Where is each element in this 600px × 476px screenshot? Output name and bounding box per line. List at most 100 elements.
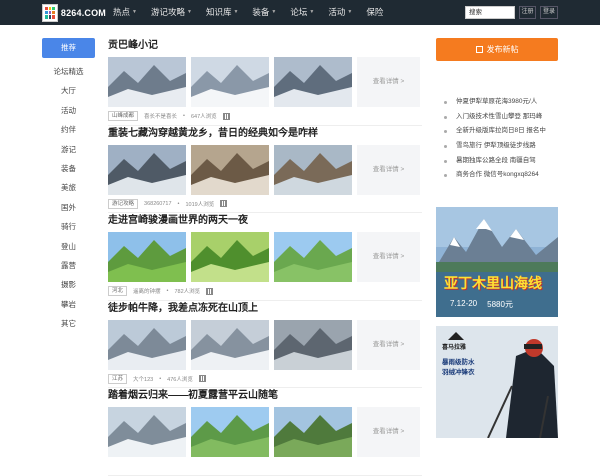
publish-post-button[interactable]: 发布新帖 [436, 38, 558, 61]
view-details-link[interactable]: 查看详情 > [357, 319, 420, 370]
chevron-down-icon: ▼ [132, 9, 137, 15]
logo-icon [42, 3, 58, 22]
sidebar-item[interactable]: 攀岩 [42, 295, 95, 314]
sidebar-item[interactable]: 约伴 [42, 120, 95, 139]
separator-dot: • [159, 375, 162, 382]
separator-dot: • [183, 113, 185, 119]
post-thumbnail[interactable] [108, 57, 186, 107]
qr-code-icon[interactable] [198, 375, 206, 382]
sidebar-item[interactable]: 摄影 [42, 275, 95, 294]
sidebar-item[interactable]: 推荐 [42, 38, 95, 58]
post-meta: 江苏 大个123 • 476人浏览 [108, 373, 422, 385]
post-title[interactable]: 徒步帕牛降，我差点冻死在山顶上 [108, 301, 422, 317]
post-author[interactable]: 大个123 [133, 375, 153, 383]
nav-item[interactable]: 保险 [366, 0, 383, 25]
nav-item-label: 热点 [113, 7, 131, 17]
promo-link[interactable]: 雪鸟旅行 伊犁顶级徒步线路 [436, 139, 558, 154]
banner-price: 5880元 [487, 300, 513, 309]
post-thumbnail[interactable] [191, 232, 269, 282]
post-thumbnail[interactable] [108, 232, 186, 282]
nav-item[interactable]: 活动 ▼ [328, 0, 352, 25]
login-button[interactable]: 登录 [540, 6, 558, 19]
view-details-link[interactable]: 查看详情 > [357, 232, 420, 282]
top-nav-bar: 8264.COM 热点 ▼ 游记攻略 ▼ 知识库 ▼ 装备 ▼ 论坛 ▼ 活动 ▼ 保险 搜索 注册 登… [0, 0, 600, 25]
post-tag[interactable]: 江苏 [108, 373, 128, 384]
promo-link[interactable]: 入门级技术性雪山攀登 那玛峰 [436, 110, 558, 125]
post-feed: 贡巴峰小记查看详情 > 山峰成都 喜长不是喜长 • 647人浏览重装七藏沟穿越黄龙乡，昔… [108, 38, 422, 476]
sidebar-item[interactable]: 大厅 [42, 81, 95, 100]
post-author[interactable]: 368260717 [144, 201, 172, 207]
promo-banner-yading[interactable]: 亚丁木里山海线 7.12-20 5880元 [436, 207, 558, 317]
post-card[interactable]: 贡巴峰小记查看详情 > 山峰成都 喜长不是喜长 • 647人浏览 [108, 38, 422, 126]
sidebar-item[interactable]: 其它 [42, 314, 95, 333]
post-title[interactable]: 踏着烟云归来——初夏露营平云山随笔 [108, 388, 422, 404]
post-thumbnail[interactable] [108, 319, 186, 370]
post-card[interactable]: 踏着烟云归来——初夏露营平云山随笔 查看详情 > [108, 388, 422, 476]
post-tag[interactable]: 河北 [108, 286, 128, 296]
post-title[interactable]: 贡巴峰小记 [108, 38, 422, 54]
qr-code-icon[interactable] [222, 112, 230, 120]
nav-item[interactable]: 论坛 ▼ [290, 0, 314, 25]
promo-link[interactable]: 仲夏伊犁草原花海3980元/人 [436, 95, 558, 110]
post-title[interactable]: 重装七藏沟穿越黄龙乡，昔日的经典如今是咋样 [108, 126, 422, 142]
separator-dot: • [177, 200, 180, 207]
sidebar-item[interactable]: 活动 [42, 101, 95, 120]
post-card[interactable]: 走进宫崎骏漫画世界的两天一夜 查看详情 > 河北 遥离的钟摆 • 782人浏览 [108, 213, 422, 301]
nav-item[interactable]: 装备 ▼ [252, 0, 276, 25]
post-thumbnail[interactable] [274, 319, 352, 370]
qr-code-icon[interactable] [220, 200, 228, 207]
post-thumbnail[interactable] [191, 319, 269, 370]
view-details-link[interactable]: 查看详情 > [357, 57, 420, 107]
promo-link[interactable]: 全新升级版库拉岗日8日 报名中 [436, 124, 558, 139]
post-title[interactable]: 走进宫崎骏漫画世界的两天一夜 [108, 213, 422, 229]
search-input[interactable]: 搜索 [465, 6, 515, 19]
post-views: 476人浏览 [167, 376, 193, 383]
site-logo[interactable]: 8264.COM [42, 3, 106, 22]
nav-item[interactable]: 知识库 ▼ [206, 0, 238, 25]
post-thumbnail[interactable] [274, 144, 352, 195]
post-views: 647人浏览 [190, 114, 217, 120]
logo-text: 8264.COM [60, 7, 106, 18]
post-tag[interactable]: 山峰成都 [108, 111, 139, 121]
post-author[interactable]: 遥离的钟摆 [133, 287, 161, 295]
chevron-down-icon: ▼ [186, 9, 192, 15]
post-views: 1019人浏览 [185, 201, 215, 208]
post-thumbnail[interactable] [108, 144, 186, 195]
post-card[interactable]: 重装七藏沟穿越黄龙乡，昔日的经典如今是咋样查看详情 > 游记攻略 368260717… [108, 126, 422, 213]
sidebar-item[interactable]: 美旅 [42, 178, 95, 197]
chevron-down-icon: ▼ [347, 9, 353, 15]
sidebar-item[interactable]: 露营 [42, 256, 95, 275]
nav-item-label: 装备 [252, 7, 270, 17]
view-details-link[interactable]: 查看详情 > [357, 144, 420, 195]
promo-link[interactable]: 商务合作 微信号kongxq8264 [436, 168, 558, 183]
post-thumbnail[interactable] [191, 144, 269, 195]
post-tag[interactable]: 游记攻略 [108, 198, 139, 209]
banner-date: 7.12-20 [450, 299, 478, 308]
nav-item-label: 游记攻略 [150, 7, 185, 17]
nav-item[interactable]: 热点 ▼ [113, 0, 137, 25]
sidebar-item[interactable]: 登山 [42, 237, 95, 256]
banner-line1: 暴雨级防水 [442, 359, 475, 366]
nav-item-label: 知识库 [205, 7, 232, 17]
promo-link[interactable]: 暑期独库公路全段 南疆自驾 [436, 154, 558, 169]
sidebar-item[interactable]: 装备 [42, 159, 95, 178]
chevron-down-icon: ▼ [233, 9, 239, 15]
promo-link-list: 仲夏伊犁草原花海3980元/人 入门级技术性雪山攀登 那玛峰 全新升级版库拉岗日8日… [436, 95, 558, 183]
promo-banner-jacket[interactable]: 喜马拉雅 暴雨级防水 羽绒冲锋衣 [436, 326, 558, 438]
post-thumbnail[interactable] [191, 57, 269, 107]
chevron-down-icon: ▼ [271, 9, 277, 15]
post-thumbnail[interactable] [274, 232, 352, 282]
category-sidebar: 推荐论坛精选 大厅 活动 约伴 游记 装备 美旅 国外 骑行 登山 露营 摄影 攀岩 其它 [42, 38, 95, 333]
qr-code-icon[interactable] [206, 287, 214, 295]
nav-item-label: 保险 [366, 7, 384, 17]
register-button[interactable]: 注册 [519, 6, 536, 19]
sidebar-item[interactable]: 论坛精选 [42, 62, 95, 81]
post-card[interactable]: 徒步帕牛降，我差点冻死在山顶上查看详情 > 江苏 大个123 • 476人浏览 [108, 301, 422, 388]
sidebar-item[interactable]: 国外 [42, 198, 95, 217]
post-thumbnail[interactable] [274, 57, 352, 107]
nav-item[interactable]: 游记攻略 ▼ [151, 0, 192, 25]
sidebar-item[interactable]: 游记 [42, 140, 95, 159]
post-author[interactable]: 喜长不是喜长 [144, 112, 177, 120]
sidebar-item[interactable]: 骑行 [42, 217, 95, 236]
edit-icon [475, 46, 483, 53]
